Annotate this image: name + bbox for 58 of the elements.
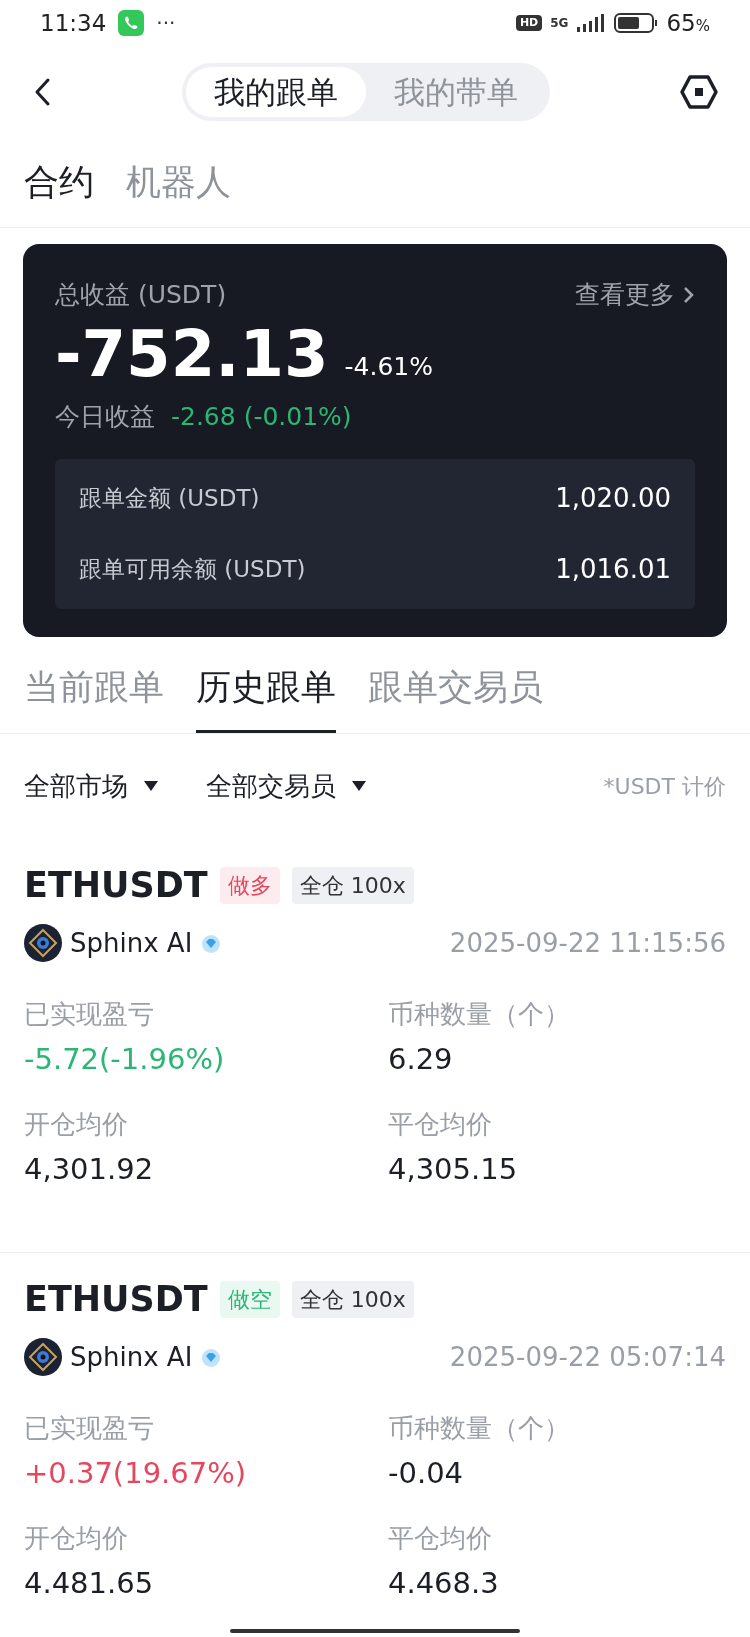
status-time: 11:34 [40,8,107,38]
field-label: 平仓均价 [388,1522,493,1555]
close-price-value: 4.468.3 [388,1565,500,1602]
balance-label: 跟单金额 (USDT) [79,484,260,514]
field-label: 已实现盈亏 [24,1411,155,1445]
margin-tag: 全仓 100x [291,866,414,904]
trader-avatar-icon [24,924,62,962]
filter-dropdown[interactable]: 全部交易员 [206,766,366,806]
open-price-value: 4.481.65 [24,1565,155,1602]
total-profit-percent: -4.61% [344,351,433,383]
trader-name: Sphinx AI [70,926,193,960]
order-tab[interactable]: 历史跟单 [196,661,336,733]
card-title: 总收益 (USDT) [55,279,227,311]
segment-tab[interactable]: 我的跟单 [186,67,366,117]
trader-name: Sphinx AI [70,1340,193,1374]
pnl-value: +0.37(19.67%) [24,1454,248,1492]
direction-tag: 做多 [219,866,280,904]
open-price-value: 4,301.92 [24,1151,155,1188]
diamond-badge-icon [200,932,223,954]
field-label: 已实现盈亏 [24,997,155,1031]
symbol-title: ETHUSDT [24,1281,208,1317]
symbol-title: ETHUSDT [24,867,208,903]
signal-icon [576,13,607,33]
total-profit-value: -752.13 [55,321,329,386]
caret-icon [352,781,366,791]
diamond-badge-icon [200,1346,223,1368]
network-type: 5G [550,15,569,32]
pnl-value: -5.72(-1.96%) [24,1040,226,1078]
category-tab[interactable]: 合约 [24,156,94,209]
battery-icon [614,12,659,34]
field-label: 开仓均价 [24,1108,129,1141]
trade-time: 2025-09-22 11:15:56 [449,926,726,960]
phone-icon [118,10,145,36]
today-profit-label: 今日收益 [55,400,155,433]
chevron-icon [683,284,695,305]
balance-value: 1,020.00 [555,482,671,515]
field-label: 开仓均价 [24,1522,129,1555]
quantity-value: 6.29 [388,1040,454,1078]
today-profit-value: -2.68 (-0.01%) [171,400,352,433]
settings-icon[interactable] [680,75,718,109]
field-label: 币种数量（个） [388,1411,571,1445]
trader-avatar-icon [24,1338,62,1376]
pricing-note: *USDT 计价 [603,772,726,801]
field-label: 平仓均价 [388,1108,493,1141]
close-price-value: 4,305.15 [388,1151,519,1188]
view-more-link[interactable]: 查看更多 [575,276,695,314]
quantity-value: -0.04 [388,1454,465,1492]
filter-dropdown[interactable]: 全部市场 [24,766,158,806]
balance-value: 1,016.01 [555,553,671,586]
hd-indicator: HD [515,14,543,32]
caret-icon [144,781,158,791]
trade-time: 2025-09-22 05:07:14 [449,1340,726,1374]
more-notifications: ··· [156,10,176,37]
balance-label: 跟单可用余额 (USDT) [79,555,306,585]
battery-percent: 65% [666,8,710,38]
margin-tag: 全仓 100x [291,1280,414,1318]
direction-tag: 做空 [219,1280,280,1318]
field-label: 币种数量（个） [388,997,571,1031]
